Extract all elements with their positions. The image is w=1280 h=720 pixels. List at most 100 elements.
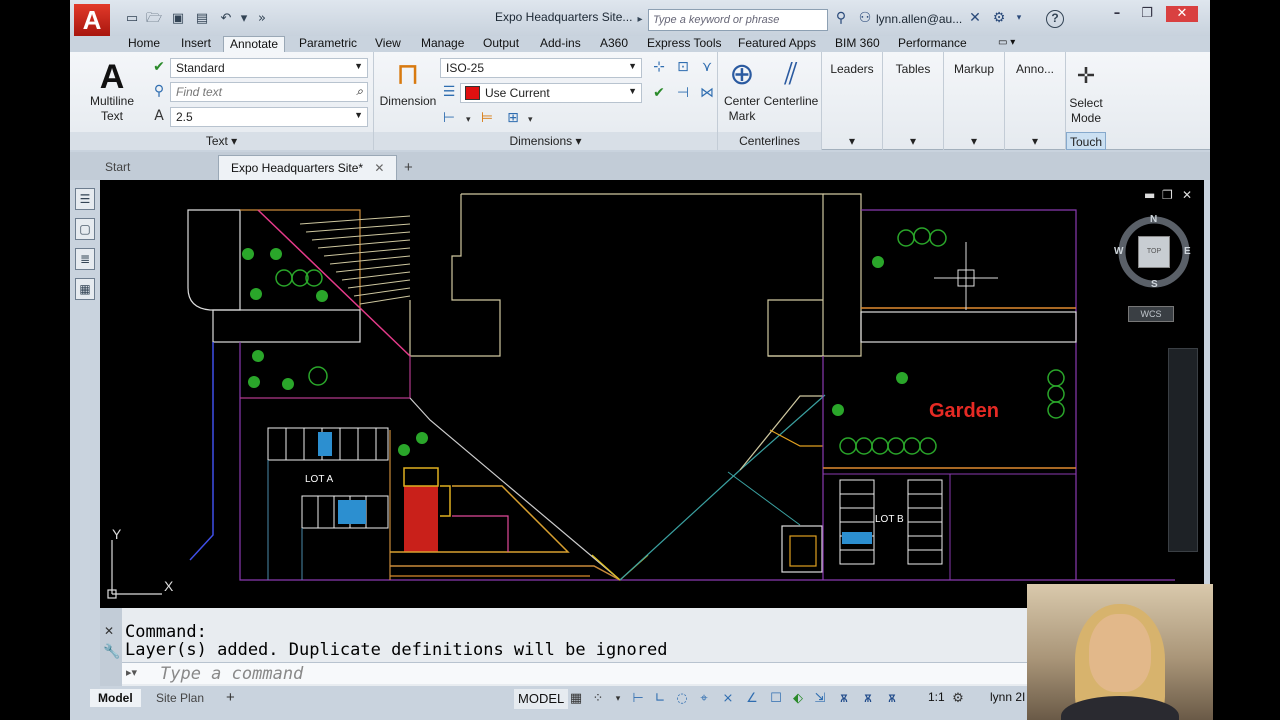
command-input[interactable]: ▸▾ Type a command [122,662,1030,684]
find-text-input[interactable]: Find text ⌕ [170,82,368,102]
navigation-bar[interactable] [1168,348,1198,552]
help-icon[interactable]: ? [1046,10,1064,28]
viewport-close-icon[interactable]: ✕ [1182,188,1192,202]
save-as-icon[interactable]: ▤ [194,11,210,27]
dim-layer-icon[interactable]: ☰ [440,83,458,101]
tab-output[interactable]: Output [483,36,519,52]
compass-north[interactable]: N [1150,214,1157,225]
tab-home[interactable]: Home [128,36,160,52]
model-space-button[interactable]: MODEL [514,689,569,709]
annotation-autoscale-icon[interactable]: ѫ [860,690,876,708]
viewcube[interactable]: TOP N S E W [1114,212,1194,292]
touch-panel-label[interactable]: Touch [1066,132,1106,150]
check-spelling-icon[interactable]: ✔ [150,58,168,76]
linear-dimension-icon[interactable]: ⊢ [440,109,458,127]
application-menu-button[interactable]: A [74,4,110,36]
maximize-button[interactable]: ❐ [1134,6,1160,22]
quick-dimension-icon[interactable]: ⊨ [478,109,496,127]
text-style-combo[interactable]: Standard ▼ [170,58,368,78]
tab-site-plan-layout[interactable]: Site Plan [148,689,212,707]
dim-adjust-space-icon[interactable]: ⊡ [674,58,692,76]
binoculars-search-icon[interactable]: ⚲ [832,9,850,27]
compass-south[interactable]: S [1151,279,1158,290]
properties-palette-icon[interactable]: ☰ [75,188,95,210]
more-tools-icon[interactable]: » [254,11,270,27]
exchange-apps-icon[interactable]: ✕ [966,9,984,27]
open-icon[interactable]: 🗁 [146,11,162,27]
command-line-handle[interactable]: ✕ 🔧 [100,608,122,686]
tab-a360[interactable]: A360 [600,36,628,52]
undo-dropdown-icon[interactable]: ▾ [236,11,252,27]
dimensions-panel-label[interactable]: Dimensions ▾ [374,132,717,150]
tab-model-layout[interactable]: Model [90,689,141,707]
workspace-gear-icon[interactable]: ⚙ [950,690,966,708]
tab-performance[interactable]: Performance [898,36,967,52]
wcs-menu[interactable]: WCS [1128,306,1174,322]
title-expand-icon[interactable]: ▸ [632,12,648,28]
tool-palette-icon[interactable]: ▦ [75,278,95,300]
tab-expo-headquarters[interactable]: Expo Headquarters Site* ✕ [218,155,398,180]
snap-icon[interactable]: ⁘ [590,690,606,708]
ortho-icon[interactable]: ∟ [652,690,668,708]
tab-featured-apps[interactable]: Featured Apps [738,36,816,52]
minimize-button[interactable]: – [1104,6,1130,22]
save-icon[interactable]: ▣ [170,11,186,27]
annotation-scale-icon[interactable]: ѫ [884,690,900,708]
new-layout-button[interactable]: + [218,689,243,707]
find-replace-icon[interactable]: ⚲ [150,82,168,100]
annotation-scale-value[interactable]: 1:1 [928,690,945,704]
drawing-canvas[interactable]: Garden LOT A LOT B Y X ▬ ❐ ✕ TOP N S E W… [100,180,1204,608]
search-input[interactable]: Type a keyword or phrase [648,9,828,31]
viewport-minimize-icon[interactable]: ▬ [1144,188,1155,202]
dim-update-icon[interactable]: ⊣ [674,84,692,102]
tab-start[interactable]: Start [93,155,142,180]
text-height-icon[interactable]: A [150,107,168,125]
text-height-combo[interactable]: 2.5 ▼ [170,107,368,127]
new-tab-button[interactable]: + [392,155,425,180]
isodraft-icon[interactable]: ⌖ [696,690,712,708]
dim-jog-icon[interactable]: ⋎ [698,58,716,76]
tab-view[interactable]: View [375,36,401,52]
infer-constraints-icon[interactable]: ⊢ [630,690,646,708]
close-tab-icon[interactable]: ✕ [374,161,384,175]
command-prompt-icon[interactable]: ▸▾ [126,666,137,679]
ribbon-minimize-icon[interactable]: ▭ ▾ [998,36,1015,52]
user-icon[interactable]: ⚇ [856,9,874,27]
center-mark-button[interactable]: ⊕ Center Mark [720,58,764,124]
text-panel-label[interactable]: Text ▾ [70,132,373,150]
tab-annotate[interactable]: Annotate [223,36,286,52]
close-button[interactable]: ✕ [1166,6,1198,22]
polar-tracking-icon[interactable]: ◌ [674,690,690,708]
dim-inspect-icon[interactable]: ✔ [650,84,668,102]
select-mode-button[interactable]: ✛ Select Mode [1062,60,1110,126]
selection-cycling-icon[interactable]: ⇲ [812,690,828,708]
tab-bim-360[interactable]: BIM 360 [835,36,880,52]
dim-break-icon[interactable]: ⊹ [650,58,668,76]
block-palette-icon[interactable]: ▢ [75,218,95,240]
new-icon[interactable]: ▭ [124,11,140,27]
lineweight-icon[interactable]: ☐ [768,690,784,708]
annotation-scaling-panel[interactable]: Anno... ▾ [1005,52,1066,150]
layers-palette-icon[interactable]: ≣ [75,248,95,270]
dimension-button[interactable]: ⊓ Dimension [376,58,440,109]
dimension-style-combo[interactable]: ISO-25 ▼ [440,58,642,78]
dimension-layer-combo[interactable]: Use Current ▼ [460,83,642,103]
undo-icon[interactable]: ↶ [218,11,234,27]
object-snap-tracking-icon[interactable]: ⨯ [720,690,736,708]
dim-oblique-icon[interactable]: ⋈ [698,84,716,102]
tab-manage[interactable]: Manage [421,36,464,52]
a360-icon[interactable]: ⚙ [990,9,1008,27]
centerline-button[interactable]: ⫽ Centerline [762,58,820,109]
tab-insert[interactable]: Insert [181,36,211,52]
annotation-visibility-icon[interactable]: ѫ [836,690,852,708]
transparency-icon[interactable]: ⬖ [790,690,806,708]
user-account[interactable]: lynn.allen@au... [876,12,962,26]
grid-icon[interactable]: ▦ [568,690,584,708]
markup-panel[interactable]: Markup ▾ [944,52,1005,150]
chevron-down-icon[interactable]: ▾ [528,114,533,125]
viewport-restore-icon[interactable]: ❐ [1162,188,1173,202]
chevron-down-icon[interactable]: ▾ [610,690,626,708]
wrench-icon[interactable]: 🔧 [103,644,120,660]
object-snap-icon[interactable]: ∠ [744,690,760,708]
continue-dimension-icon[interactable]: ⊞ [504,109,522,127]
